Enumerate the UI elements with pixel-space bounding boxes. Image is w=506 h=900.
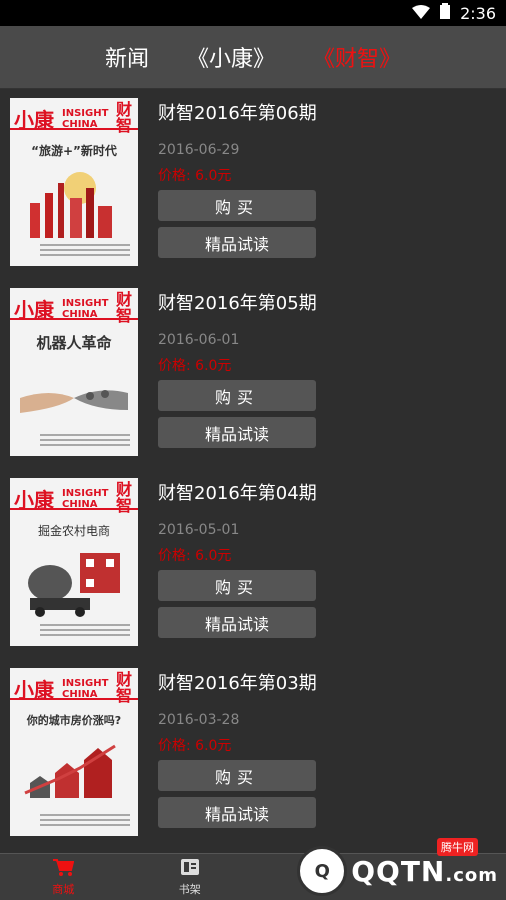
magazine-cover[interactable]: 小康 INSIGHT CHINA 财智 “旅游+”新时代 bbox=[10, 98, 138, 266]
cover-headline: 机器人革命 bbox=[36, 334, 112, 352]
watermark-brand: QQTN bbox=[351, 854, 446, 888]
list-item: 小康 INSIGHT CHINA 财智 你的城市房价涨吗? 财智2016年第03… bbox=[0, 658, 506, 848]
tab-xiaokang[interactable]: 《小康》 bbox=[187, 41, 275, 73]
cover-contents-lines bbox=[40, 434, 130, 448]
cover-headline: “旅游+”新时代 bbox=[31, 144, 117, 158]
book-icon bbox=[180, 858, 200, 879]
issue-price: 价格: 6.0元 bbox=[158, 358, 232, 374]
issue-date: 2016-06-29 bbox=[158, 142, 240, 158]
nav-bookshelf[interactable]: 书架 bbox=[127, 854, 254, 900]
buy-button[interactable]: 购买 bbox=[158, 760, 316, 791]
city-skyline-illustration bbox=[30, 172, 112, 238]
robot-handshake-illustration bbox=[20, 390, 128, 413]
watermark-text: QQTN.com bbox=[351, 855, 498, 888]
magazine-cover[interactable]: 小康 INSIGHT CHINA 财智 你的城市房价涨吗? bbox=[10, 668, 138, 836]
buy-button[interactable]: 购买 bbox=[158, 190, 316, 221]
cover-divider bbox=[10, 698, 138, 700]
rural-ecommerce-illustration bbox=[28, 553, 120, 617]
nav-bookshelf-label: 书架 bbox=[178, 882, 201, 896]
cover-contents-lines bbox=[40, 244, 130, 258]
issue-title[interactable]: 财智2016年第06期 bbox=[158, 99, 317, 125]
shopping-cart-icon bbox=[52, 858, 75, 879]
cover-contents-lines bbox=[40, 814, 130, 828]
site-watermark: 腾牛网 Q QQTN.com bbox=[297, 838, 498, 896]
issue-title[interactable]: 财智2016年第03期 bbox=[158, 669, 317, 695]
issue-date: 2016-06-01 bbox=[158, 332, 240, 348]
watermark-badge: 腾牛网 bbox=[437, 838, 478, 856]
issue-date: 2016-05-01 bbox=[158, 522, 240, 538]
magazine-list[interactable]: 小康 INSIGHT CHINA 财智 “旅游+”新时代 财智2016年第06期… bbox=[0, 88, 506, 854]
top-navigation: 新闻 《小康》 《财智》 bbox=[0, 26, 506, 89]
issue-price: 价格: 6.0元 bbox=[158, 168, 232, 184]
nav-store-label: 商城 bbox=[52, 882, 75, 896]
magazine-cover[interactable]: 小康 INSIGHT CHINA 财智 掘金农村电商 bbox=[10, 478, 138, 646]
cover-divider bbox=[10, 318, 138, 320]
issue-price: 价格: 6.0元 bbox=[158, 548, 232, 564]
tab-caizhi[interactable]: 《财智》 bbox=[313, 41, 401, 73]
wifi-icon bbox=[412, 4, 431, 23]
buy-button[interactable]: 购买 bbox=[158, 380, 316, 411]
magazine-cover[interactable]: 小康 INSIGHT CHINA 财智 机器人革命 bbox=[10, 288, 138, 456]
list-item: 小康 INSIGHT CHINA 财智 掘金农村电商 财智2016年第04期 2… bbox=[0, 468, 506, 658]
issue-title[interactable]: 财智2016年第05期 bbox=[158, 289, 317, 315]
list-item: 小康 INSIGHT CHINA 财智 机器人革命 财智2016年第05期 20… bbox=[0, 278, 506, 468]
trial-read-button[interactable]: 精品试读 bbox=[158, 417, 316, 448]
status-bar: 2:36 bbox=[0, 0, 506, 26]
list-item: 小康 INSIGHT CHINA 财智 “旅游+”新时代 财智2016年第06期… bbox=[0, 88, 506, 278]
tab-news[interactable]: 新闻 bbox=[105, 41, 149, 73]
cover-headline: 掘金农村电商 bbox=[37, 524, 110, 538]
trial-read-button[interactable]: 精品试读 bbox=[158, 227, 316, 258]
cover-divider bbox=[10, 128, 138, 130]
cover-contents-lines bbox=[40, 624, 130, 638]
trial-read-button[interactable]: 精品试读 bbox=[158, 797, 316, 828]
status-time: 2:36 bbox=[460, 3, 496, 23]
watermark-suffix: .com bbox=[445, 864, 498, 886]
battery-icon bbox=[440, 3, 451, 23]
nav-store[interactable]: 商城 bbox=[0, 854, 127, 900]
trial-read-button[interactable]: 精品试读 bbox=[158, 607, 316, 638]
issue-date: 2016-03-28 bbox=[158, 712, 240, 728]
cover-divider bbox=[10, 508, 138, 510]
buy-button[interactable]: 购买 bbox=[158, 570, 316, 601]
cover-headline: 你的城市房价涨吗? bbox=[26, 714, 122, 727]
watermark-logo-icon: Q bbox=[297, 846, 348, 896]
issue-price: 价格: 6.0元 bbox=[158, 738, 232, 754]
housing-price-illustration bbox=[24, 744, 116, 798]
issue-title[interactable]: 财智2016年第04期 bbox=[158, 479, 317, 505]
